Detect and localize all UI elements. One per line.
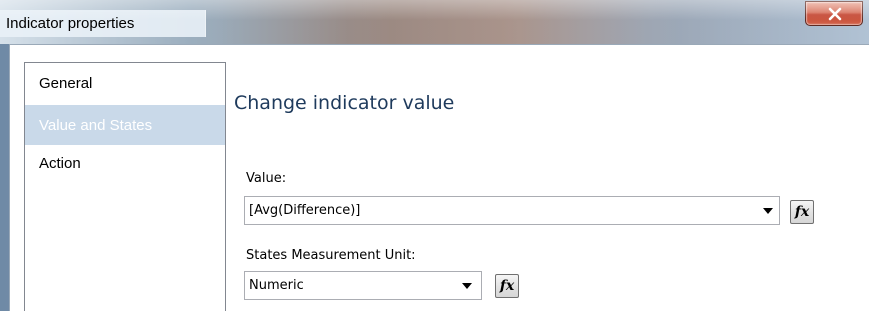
close-icon	[828, 7, 842, 21]
chevron-down-icon[interactable]	[763, 208, 773, 214]
value-combobox[interactable]: [Avg(Difference)]	[244, 196, 780, 225]
title-bar[interactable]: Indicator properties	[0, 0, 869, 44]
dialog-window: Indicator properties General Value and S…	[0, 0, 869, 311]
value-label: Value:	[246, 171, 287, 186]
nav-item-value-and-states[interactable]: Value and States	[25, 105, 225, 145]
states-unit-combobox[interactable]: Numeric	[244, 271, 482, 300]
states-unit-label: States Measurement Unit:	[246, 248, 416, 263]
states-unit-expression-button[interactable]: fx	[495, 274, 519, 298]
nav-item-action[interactable]: Action	[25, 151, 225, 191]
window-title: Indicator properties	[0, 10, 206, 37]
close-button[interactable]	[805, 1, 863, 26]
value-expression-button[interactable]: fx	[790, 200, 814, 224]
section-title: Change indicator value	[234, 92, 455, 114]
chevron-down-icon[interactable]	[462, 283, 472, 289]
dialog-body: General Value and States Action Change i…	[9, 44, 869, 311]
states-unit-combobox-text: Numeric	[249, 278, 304, 293]
page-list: General Value and States Action	[24, 62, 226, 311]
nav-item-general[interactable]: General	[25, 69, 225, 109]
value-combobox-text: [Avg(Difference)]	[249, 203, 361, 218]
